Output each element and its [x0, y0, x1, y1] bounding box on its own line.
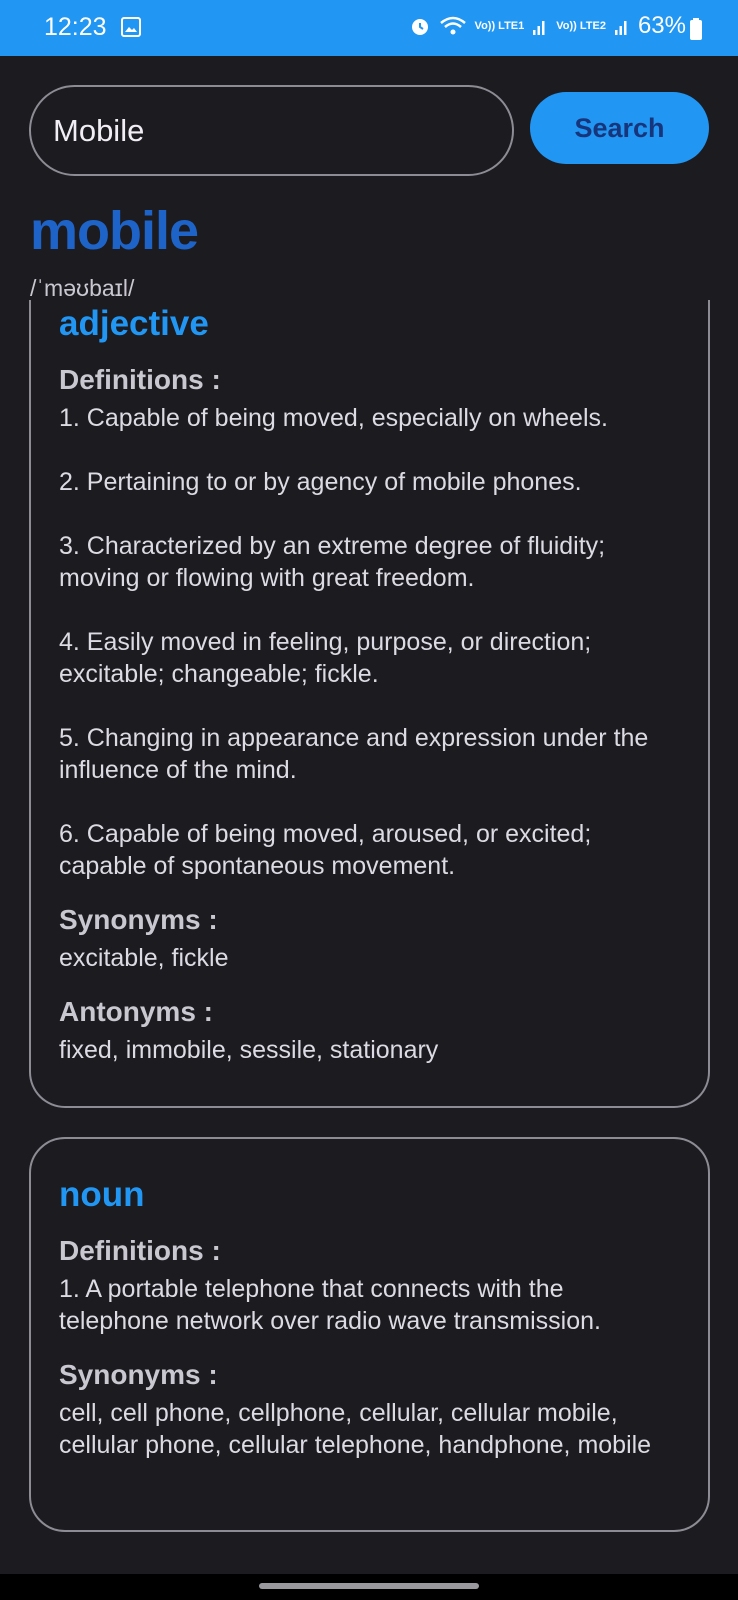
word-title: mobile: [30, 201, 199, 261]
meaning-card-noun: noun Definitions : 1. A portable telepho…: [29, 1137, 710, 1532]
definition-list: 1. A portable telephone that connects wi…: [59, 1273, 680, 1337]
part-of-speech: noun: [59, 1175, 145, 1214]
definition-item: 5. Changing in appearance and expression…: [59, 724, 649, 784]
antonyms-heading: Antonyms :: [59, 996, 213, 1027]
signal-icon: [614, 21, 627, 35]
search-input[interactable]: [29, 85, 514, 176]
part-of-speech: adjective: [59, 304, 209, 343]
definition-item: 2. Pertaining to or by agency of mobile …: [59, 468, 582, 496]
synonyms-heading: Synonyms :: [59, 904, 218, 935]
battery-percent: 63%: [637, 12, 686, 39]
meaning-card-adjective: adjective Definitions : 1. Capable of be…: [29, 300, 710, 1108]
definition-item: 6. Capable of being moved, aroused, or e…: [59, 820, 592, 880]
status-bar: 12:23 Vo)) LTE1 Vo)) LTE2 63%: [0, 0, 738, 56]
synonyms-list: excitable, fickle: [59, 944, 229, 972]
definitions-heading: Definitions :: [59, 364, 221, 395]
battery-icon: [690, 18, 702, 40]
antonyms-list: fixed, immobile, sessile, stationary: [59, 1036, 439, 1064]
status-time: 12:23: [44, 13, 107, 41]
home-gesture-handle[interactable]: [259, 1583, 479, 1589]
definition-item: 1. A portable telephone that connects wi…: [59, 1275, 601, 1335]
definition-item: 3. Characterized by an extreme degree of…: [59, 532, 606, 592]
status-icons: Vo)) LTE1 Vo)) LTE2 63%: [409, 12, 686, 40]
definitions-heading: Definitions :: [59, 1235, 221, 1266]
lte1-label: Vo)) LTE1: [474, 19, 525, 32]
definition-item: 4. Easily moved in feeling, purpose, or …: [59, 628, 592, 688]
signal-icon: [533, 21, 545, 35]
definition-item: 1. Capable of being moved, especially on…: [59, 404, 608, 432]
search-button[interactable]: Search: [530, 92, 709, 164]
wifi-icon: [439, 16, 466, 35]
lte2-label: Vo)) LTE2: [556, 19, 606, 32]
synonyms-list: cell, cell phone, cellphone, cellular, c…: [59, 1399, 652, 1459]
gallery-icon: [121, 17, 141, 37]
alarm-icon: [411, 19, 428, 35]
synonyms-heading: Synonyms :: [59, 1359, 218, 1390]
phonetic: /ˈməʊbaɪl/: [30, 275, 135, 301]
definition-list: 1. Capable of being moved, especially on…: [59, 402, 680, 882]
